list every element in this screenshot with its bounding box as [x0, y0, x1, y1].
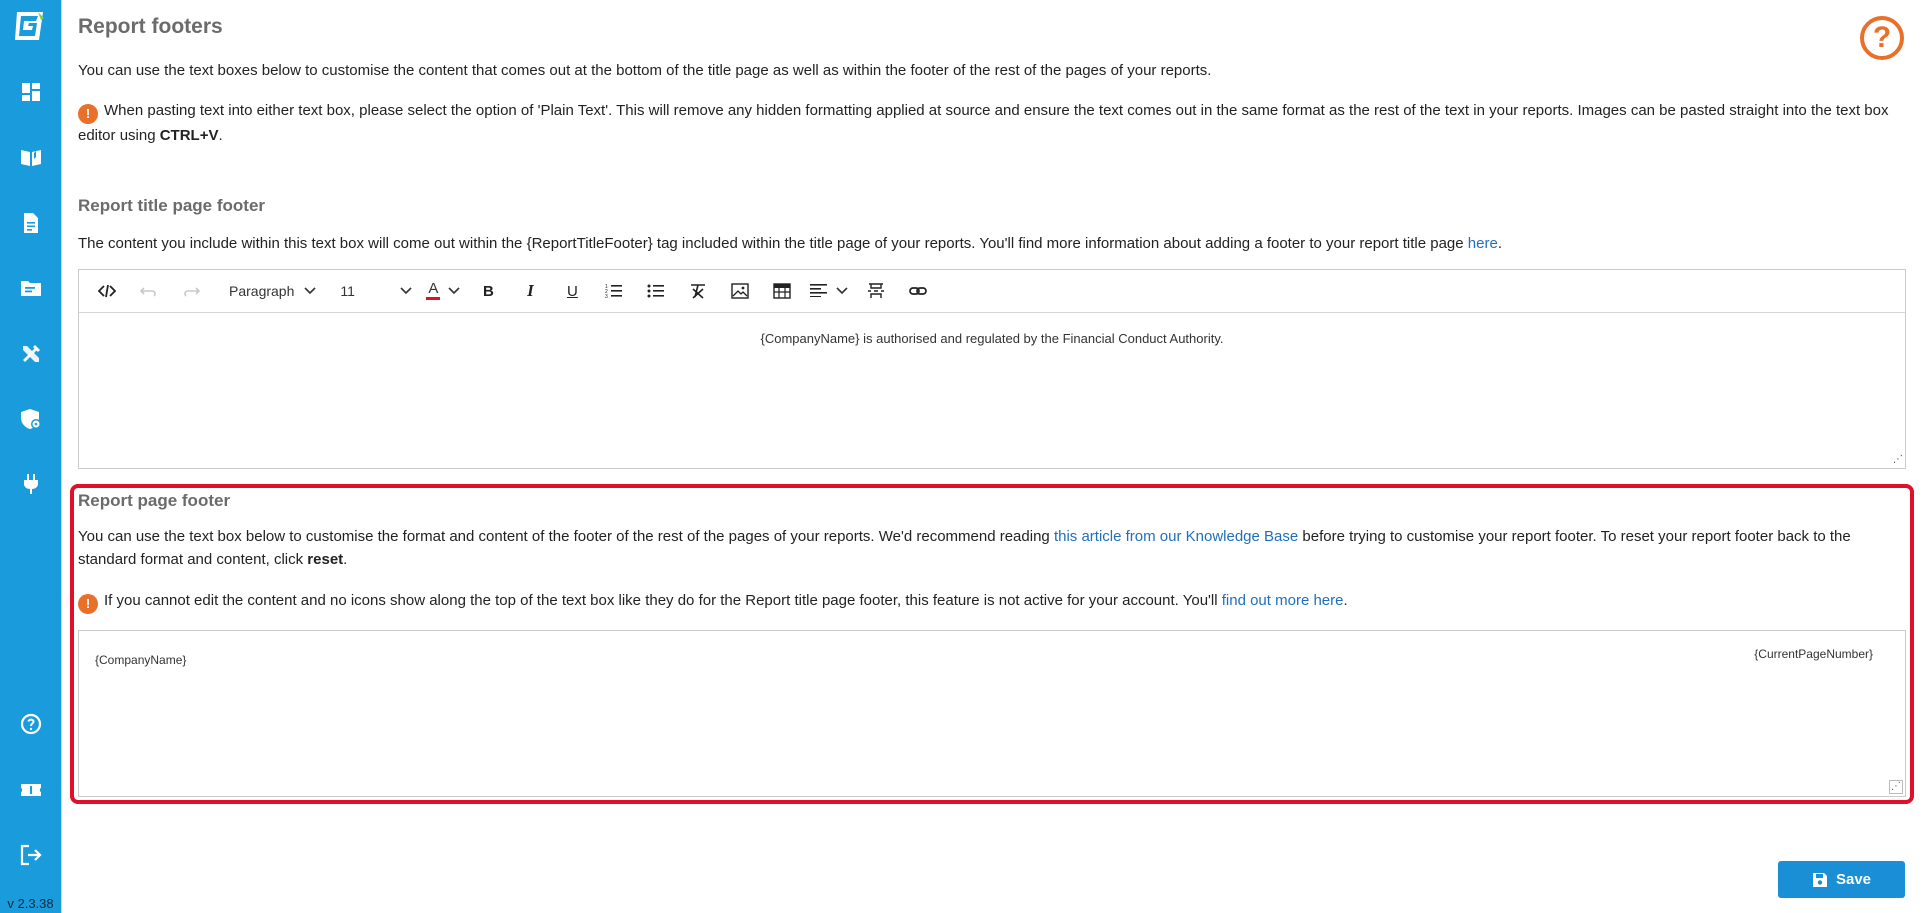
page-footer-note: ! If you cannot edit the content and no i… — [78, 589, 1908, 614]
title-footer-content-text: {CompanyName} is authorised and regulate… — [760, 331, 1224, 346]
svg-text:3: 3 — [605, 294, 608, 299]
paste-note-end: . — [218, 126, 223, 144]
reset-link[interactable]: reset — [307, 551, 343, 568]
title-footer-editor-content[interactable]: {CompanyName} is authorised and regulate… — [79, 313, 1905, 468]
sidebar: v 2.3.38 — [0, 0, 61, 913]
help-circle-icon[interactable] — [18, 711, 44, 737]
align-left-icon — [810, 283, 828, 300]
chevron-down-icon — [304, 284, 316, 298]
image-icon[interactable] — [722, 276, 758, 306]
link-icon[interactable] — [900, 276, 936, 306]
page-footer-note-end: . — [1343, 592, 1348, 609]
ticket-icon[interactable] — [18, 777, 44, 803]
font-size-value: 11 — [340, 283, 355, 299]
redo-icon[interactable] — [173, 276, 209, 306]
underline-icon[interactable]: U — [554, 276, 590, 306]
clear-formatting-icon[interactable] — [680, 276, 716, 306]
table-icon[interactable] — [764, 276, 800, 306]
page-footer-heading: Report page footer — [78, 491, 231, 510]
paragraph-select[interactable]: Paragraph — [229, 283, 316, 299]
title-footer-here-link[interactable]: here — [1468, 235, 1498, 252]
logout-icon[interactable] — [18, 842, 44, 868]
app-logo[interactable] — [11, 8, 47, 44]
chevron-down-icon — [836, 284, 848, 298]
paragraph-select-label: Paragraph — [229, 283, 295, 299]
font-color-icon: A — [426, 280, 441, 300]
question-mark-icon: ? — [1872, 21, 1892, 54]
page-break-icon[interactable] — [858, 276, 894, 306]
dashboard-icon[interactable] — [18, 79, 44, 105]
page-footer-desc-end: . — [343, 551, 348, 568]
title-footer-desc-text: The content you include within this text… — [78, 235, 1468, 252]
page-footer-page-number: {CurrentPageNumber} — [1754, 647, 1873, 661]
tools-icon[interactable] — [18, 341, 44, 367]
align-select[interactable] — [810, 283, 848, 300]
font-color-glyph: A — [428, 280, 439, 297]
title-footer-description: The content you include within this text… — [78, 232, 1502, 255]
resize-grip-icon[interactable]: ⋰ — [1891, 454, 1903, 466]
main-content: Report footers ? You can use the text bo… — [61, 0, 1922, 913]
bold-icon[interactable]: B — [470, 276, 506, 306]
save-icon — [1812, 872, 1827, 887]
source-code-icon[interactable] — [89, 276, 125, 306]
title-footer-editor: Paragraph 11 A B I U 123 {CompanyName} i… — [78, 269, 1906, 469]
font-color-select[interactable]: A — [426, 280, 460, 300]
editor-toolbar: Paragraph 11 A B I U 123 — [79, 270, 1905, 313]
page-footer-description: You can use the text box below to custom… — [78, 525, 1908, 571]
save-button-label: Save — [1835, 871, 1872, 888]
folder-icon[interactable] — [18, 275, 44, 301]
resize-grip-icon[interactable]: ⋰ — [1889, 780, 1903, 794]
paste-note-text: When pasting text into either text box, … — [78, 102, 1889, 144]
version-label: v 2.3.38 — [0, 896, 61, 911]
book-icon[interactable] — [18, 144, 44, 170]
font-size-select[interactable]: 11 — [340, 283, 412, 299]
info-icon: ! — [78, 593, 98, 614]
page-footer-editor[interactable]: {CompanyName} {CurrentPageNumber} ⋰ — [78, 630, 1906, 797]
chevron-down-icon — [448, 284, 460, 298]
intro-text: You can use the text boxes below to cust… — [78, 62, 1212, 79]
info-icon: ! — [78, 103, 98, 124]
page-title: Report footers — [78, 15, 223, 38]
title-footer-heading: Report title page footer — [78, 196, 266, 215]
paste-shortcut: CTRL+V — [159, 126, 219, 144]
document-icon[interactable] — [18, 210, 44, 236]
title-footer-desc-end: . — [1497, 235, 1502, 252]
undo-icon[interactable] — [131, 276, 167, 306]
help-button[interactable]: ? — [1860, 16, 1904, 60]
page-footer-note-text: If you cannot edit the content and no ic… — [104, 592, 1222, 609]
knowledge-base-article-link[interactable]: this article from our Knowledge Base — [1054, 528, 1298, 545]
save-button[interactable]: Save — [1778, 861, 1905, 898]
chevron-down-icon — [400, 284, 412, 298]
find-out-more-link[interactable]: find out more here — [1222, 592, 1344, 609]
paste-note: ! When pasting text into either text box,… — [78, 99, 1908, 147]
italic-icon[interactable]: I — [512, 276, 548, 306]
numbered-list-icon[interactable]: 123 — [596, 276, 632, 306]
bullet-list-icon[interactable] — [638, 276, 674, 306]
shield-gear-icon[interactable] — [18, 406, 44, 432]
plug-icon[interactable] — [18, 471, 44, 497]
page-footer-desc-text: You can use the text box below to custom… — [78, 528, 1054, 545]
page-footer-company-name: {CompanyName} — [95, 653, 187, 667]
